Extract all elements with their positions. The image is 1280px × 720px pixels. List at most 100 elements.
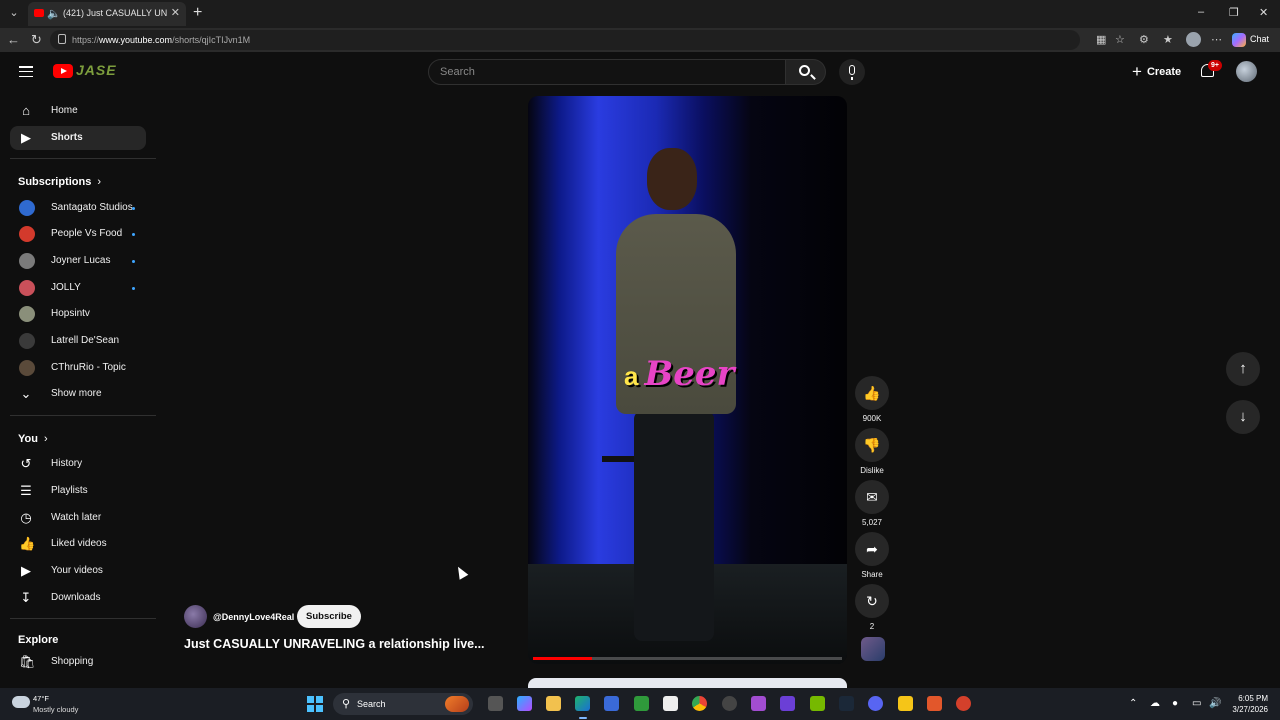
sidebar-item-downloads[interactable]: ↧ Downloads [10,586,146,610]
chevron-down-icon: ⌄ [20,386,32,401]
logo-doodle-text[interactable]: JASE [76,62,117,78]
create-button[interactable]: + Create [1132,63,1181,81]
sidebar-item-label: Watch later [51,512,102,523]
rockstar-icon[interactable] [898,696,913,711]
microsoft-store-icon[interactable] [604,696,619,711]
brave-icon[interactable] [956,696,971,711]
cloud-icon[interactable] [12,696,30,708]
copilot-app-icon[interactable] [517,696,532,711]
minimize-icon[interactable]: – [1198,6,1204,18]
sidebar-item-subscription[interactable]: CThruRio - Topic [10,356,146,380]
youtube-logo-icon[interactable] [53,64,73,78]
next-short-button[interactable]: ↓ [1226,400,1260,434]
more-options-icon[interactable]: ⋯ [1211,33,1222,46]
new-content-dot [132,233,135,236]
app-icon-violet[interactable] [780,696,795,711]
app-icon-purple[interactable] [751,696,766,711]
steam-icon[interactable] [722,696,737,711]
url-field[interactable]: https://www.youtube.com/shorts/qjIcTIJvn… [50,30,1080,50]
next-short-preview[interactable] [528,678,847,688]
sidebar-item-subscription[interactable]: Santagato Studios [10,196,146,220]
remix-button[interactable]: ↻ [855,584,889,618]
channel-avatar [19,360,35,376]
xbox-icon[interactable] [634,696,649,711]
clock-time[interactable]: 6:05 PM [1230,694,1268,703]
browser-profile-avatar[interactable] [1186,32,1201,47]
comedian-legs [634,411,714,641]
tab-actions-chevron-icon[interactable]: ⌄ [6,5,22,21]
close-window-icon[interactable]: ✕ [1259,6,1268,19]
weather-description[interactable]: Mostly cloudy [33,705,78,714]
sidebar-item-subscription[interactable]: People Vs Food [10,222,146,246]
app-icon-orange[interactable] [927,696,942,711]
search-button[interactable] [786,59,826,85]
dislike-button[interactable]: 👎 [855,428,889,462]
back-arrow-icon[interactable]: ← [7,32,20,47]
subscribe-button[interactable]: Subscribe [297,605,361,628]
share-button[interactable]: ➦ [855,532,889,566]
display-icon[interactable]: ▭ [1192,698,1201,709]
like-button[interactable]: 👍 [855,376,889,410]
channel-name[interactable]: @DennyLove4Real [213,612,294,622]
favorites-icon[interactable]: ★ [1163,33,1173,46]
sidebar-item-label: Home [51,105,78,116]
refresh-icon[interactable]: ↻ [31,32,42,48]
restore-icon[interactable]: ❐ [1229,6,1239,19]
discord-icon[interactable] [868,696,883,711]
steam-client-icon[interactable] [839,696,854,711]
subscriptions-header[interactable]: Subscriptions › [18,176,101,188]
sidebar-item-shopping[interactable]: 🛍 Shopping [10,650,146,674]
windows-start-icon[interactable] [307,696,323,712]
channel-avatar[interactable] [184,605,207,628]
chrome-icon[interactable] [692,696,707,711]
speaker-icon[interactable]: 🔈 [47,7,61,20]
you-header[interactable]: You › [18,433,48,445]
edge-browser-icon[interactable] [575,696,590,711]
tray-chevron-up-icon[interactable]: ⌃ [1129,698,1137,709]
sidebar-item-your-videos[interactable]: ▶ Your videos [10,559,146,583]
video-progress-bar[interactable] [533,657,842,660]
sidebar-item-home[interactable]: ⌂ Home [10,99,146,123]
close-tab-icon[interactable]: ✕ [171,6,180,19]
taskbar-search[interactable]: ⚲ Search [333,693,473,715]
new-tab-plus-icon[interactable]: + [193,4,202,22]
short-video-player[interactable]: a Beer [528,96,847,664]
task-view-icon[interactable] [488,696,503,711]
site-info-icon[interactable] [58,34,66,44]
sidebar-item-shorts[interactable]: ▶ Shorts [10,126,146,150]
comments-button[interactable]: ✉ [855,480,889,514]
clock-date[interactable]: 3/27/2026 [1222,705,1268,714]
search-icon: ⚲ [342,698,351,710]
sound-thumbnail[interactable] [861,637,885,661]
onedrive-icon[interactable]: ☁ [1150,698,1160,709]
sidebar-item-show-more[interactable]: ⌄ Show more [10,382,146,406]
guide-menu-icon[interactable] [19,66,33,78]
voice-search-button[interactable] [839,59,865,85]
explore-header: Explore [18,634,59,646]
previous-short-button[interactable]: ↑ [1226,352,1260,386]
extensions-icon[interactable]: ⚙ [1139,33,1149,46]
volume-icon[interactable]: 🔊 [1209,698,1221,709]
sidebar-item-playlists[interactable]: ☰ Playlists [10,479,146,503]
copilot-chat-button[interactable]: Chat [1232,31,1269,48]
microphone-tray-icon[interactable]: ● [1172,698,1178,709]
sidebar-item-subscription[interactable]: Joyner Lucas [10,249,146,273]
search-input[interactable]: Search [428,59,786,85]
file-explorer-icon[interactable] [546,696,561,711]
sidebar-item-watch-later[interactable]: ◷ Watch later [10,506,146,530]
weather-temperature[interactable]: 47°F [33,694,49,703]
sidebar-item-subscription[interactable]: JOLLY [10,276,146,300]
sidebar-item-subscription[interactable]: Latrell De'Sean [10,329,146,353]
sidebar-item-history[interactable]: ↺ History [10,452,146,476]
sidebar-item-liked-videos[interactable]: 👍 Liked videos [10,532,146,556]
app-available-icon[interactable]: ▦ [1096,33,1106,46]
sidebar-item-subscription[interactable]: Hopsintv [10,302,146,326]
dislike-action: 👎 Dislike [854,428,890,475]
browser-tab[interactable]: 🔈 (421) Just CASUALLY UNRAVELI ✕ [28,2,186,26]
notepad-icon[interactable] [663,696,678,711]
account-avatar[interactable] [1236,61,1257,82]
short-title[interactable]: Just CASUALLY UNRAVELING a relationship … [184,637,485,651]
comedian-head [647,148,697,210]
favorite-star-icon[interactable]: ☆ [1115,33,1125,46]
nvidia-icon[interactable] [810,696,825,711]
